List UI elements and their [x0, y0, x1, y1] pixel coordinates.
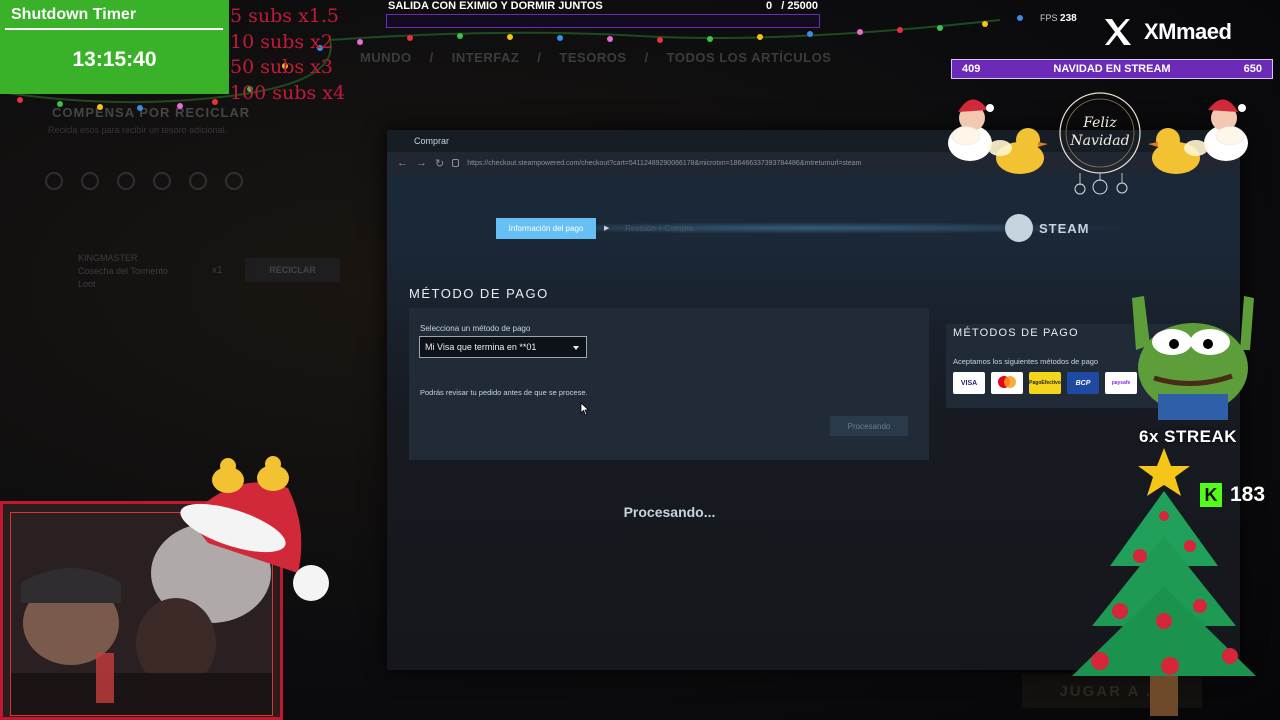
- slot-icon: [189, 172, 207, 190]
- steam-logo: STEAM: [1005, 214, 1090, 242]
- bcp-icon: BCP: [1067, 372, 1099, 394]
- url-text[interactable]: https://checkout.steampowered.com/checko…: [467, 160, 861, 167]
- goal-count: 0 / 25000: [766, 0, 818, 12]
- game-tab-interfaz[interactable]: INTERFAZ: [452, 50, 520, 65]
- svg-text:Navidad: Navidad: [1069, 133, 1129, 149]
- recycle-item: KINGMASTER Cosecha del Tormento Loot: [78, 252, 168, 291]
- navidad-left-value: 409: [962, 63, 981, 75]
- subs-multipliers: 5 subs x1.5 10 subs x2 50 subs x3 100 su…: [230, 4, 345, 106]
- item-name: Cosecha del Tormento: [78, 266, 168, 276]
- payment-method-panel: Selecciona un método de pago Mi Visa que…: [409, 308, 929, 460]
- recycle-title: COMPENSA POR RECICLAR: [52, 105, 251, 120]
- streak-counter: 6x STREAK: [1139, 427, 1238, 446]
- recycle-button[interactable]: RECICLAR: [245, 258, 340, 282]
- timer-divider: [5, 28, 223, 30]
- goal-bar: SALIDA CON EXIMIO Y DORMIR JUNTOS 0 / 25…: [386, 0, 820, 30]
- steam-logo-icon: [1005, 214, 1033, 242]
- separator: /: [429, 50, 434, 65]
- game-tab-mundo[interactable]: MUNDO: [360, 50, 412, 65]
- recycle-slot-icons: [45, 172, 243, 190]
- payment-cards: VISA PagoEfectivo BCP paysafe: [953, 372, 1137, 394]
- payment-methods-title: MÉTODOS DE PAGO: [953, 327, 1079, 339]
- stream-scene: MUNDO / INTERFAZ / TESOROS / TODOS LOS A…: [0, 0, 1280, 720]
- step-review: Revisión + Compra: [625, 224, 694, 233]
- mastercard-icon: [991, 372, 1023, 394]
- navidad-goal-bar: 409 NAVIDAD EN STREAM 650: [951, 59, 1273, 79]
- mouse-cursor-icon: [580, 402, 590, 416]
- review-note: Podrás revisar tu pedido antes de que se…: [420, 388, 588, 397]
- item-tag: KINGMASTER: [78, 253, 138, 263]
- processing-status: Procesando...: [623, 504, 716, 520]
- goal-title: SALIDA CON EXIMIO Y DORMIR JUNTOS: [388, 0, 603, 12]
- game-nav-tabs: MUNDO / INTERFAZ / TESOROS / TODOS LOS A…: [360, 50, 831, 65]
- lock-icon: [452, 159, 460, 167]
- chevron-down-icon: [573, 346, 579, 350]
- fps-counter: FPS 238: [1040, 13, 1077, 24]
- fps-value: 238: [1060, 13, 1077, 24]
- christmas-tree: [1072, 448, 1256, 716]
- game-tab-tesoros[interactable]: TESOROS: [559, 50, 626, 65]
- santa-duck-right: [1148, 99, 1248, 174]
- processing-button[interactable]: Procesando: [830, 416, 908, 436]
- santa-duck-left: [948, 99, 1048, 174]
- navidad-right-value: 650: [1243, 63, 1262, 75]
- subs-tier: 50 subs x3: [230, 56, 333, 78]
- forward-icon[interactable]: →: [416, 157, 427, 169]
- payment-select-label: Selecciona un método de pago: [420, 324, 531, 333]
- slot-icon: [45, 172, 63, 190]
- subs-tier: 10 subs x2: [230, 30, 333, 53]
- brand-name: XMmaed: [1144, 19, 1232, 44]
- window-title: Comprar: [414, 136, 450, 146]
- payment-method-title: MÉTODO DE PAGO: [409, 286, 549, 301]
- fps-label: FPS: [1040, 13, 1058, 23]
- slot-icon: [81, 172, 99, 190]
- item-quantity: x1: [212, 265, 223, 276]
- pepe-emote: [1132, 296, 1254, 420]
- separator: /: [644, 50, 649, 65]
- recycle-subtitle: Recicla esos para recibir un tesoro adic…: [48, 125, 228, 135]
- slot-icon: [225, 172, 243, 190]
- santa-hat-decoration: [180, 456, 329, 601]
- refresh-icon[interactable]: ↻: [435, 157, 444, 170]
- step-payment-info: Información del pago: [496, 218, 596, 239]
- slot-icon: [117, 172, 135, 190]
- subs-tier: 5 subs x1.5: [230, 5, 339, 27]
- x-logo-icon: [1105, 19, 1131, 45]
- item-type: Loot: [78, 279, 96, 289]
- visa-icon: VISA: [953, 372, 985, 394]
- pagoefectivo-icon: PagoEfectivo: [1029, 372, 1061, 394]
- timer-title: Shutdown Timer: [11, 6, 137, 23]
- social-handle: XMmaed: [1102, 16, 1232, 48]
- steam-logo-text: STEAM: [1039, 220, 1090, 236]
- goal-progress-track: [386, 14, 820, 28]
- feliz-navidad-ornament: Feliz Navidad: [1059, 92, 1141, 195]
- payment-method-select[interactable]: Mi Visa que termina en **01: [419, 336, 587, 358]
- subs-tier: 100 subs x4: [230, 81, 346, 104]
- goal-target: / 25000: [781, 0, 818, 12]
- step-arrow-icon: ▶: [604, 225, 610, 232]
- game-tab-todos[interactable]: TODOS LOS ARTÍCULOS: [667, 50, 832, 65]
- payment-selected-value: Mi Visa que termina en **01: [425, 342, 537, 352]
- timer-time: 13:15:40: [72, 48, 157, 71]
- wreath-text: Feliz: [1082, 115, 1117, 131]
- goal-current: 0: [766, 0, 773, 12]
- slot-icon: [153, 172, 171, 190]
- navidad-title: NAVIDAD EN STREAM: [1053, 63, 1171, 75]
- payment-methods-subtitle: Aceptamos los siguientes métodos de pago: [953, 357, 1099, 366]
- shutdown-timer: Shutdown Timer 13:15:40: [0, 0, 229, 94]
- back-icon[interactable]: ←: [397, 157, 408, 169]
- separator: /: [537, 50, 542, 65]
